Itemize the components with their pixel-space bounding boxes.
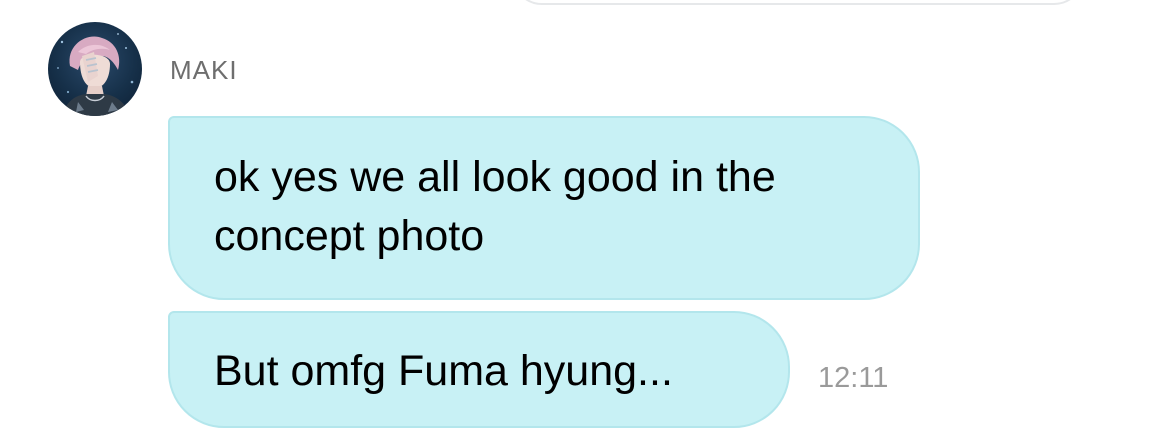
message-text: ok yes we all look good in the concept p…	[214, 153, 776, 260]
message-text: But omfg Fuma hyung...	[214, 347, 673, 395]
chat-area: MAKI ok yes we all look good in the conc…	[0, 0, 1169, 446]
previous-message-bubble[interactable]	[512, 0, 1084, 5]
avatar[interactable]	[48, 22, 142, 116]
avatar-image	[57, 33, 134, 116]
message-bubble[interactable]: ok yes we all look good in the concept p…	[168, 116, 920, 300]
message-timestamp: 12:11	[818, 362, 889, 394]
message-bubble[interactable]: But omfg Fuma hyung...	[168, 311, 790, 428]
sender-name: MAKI	[170, 55, 238, 85]
